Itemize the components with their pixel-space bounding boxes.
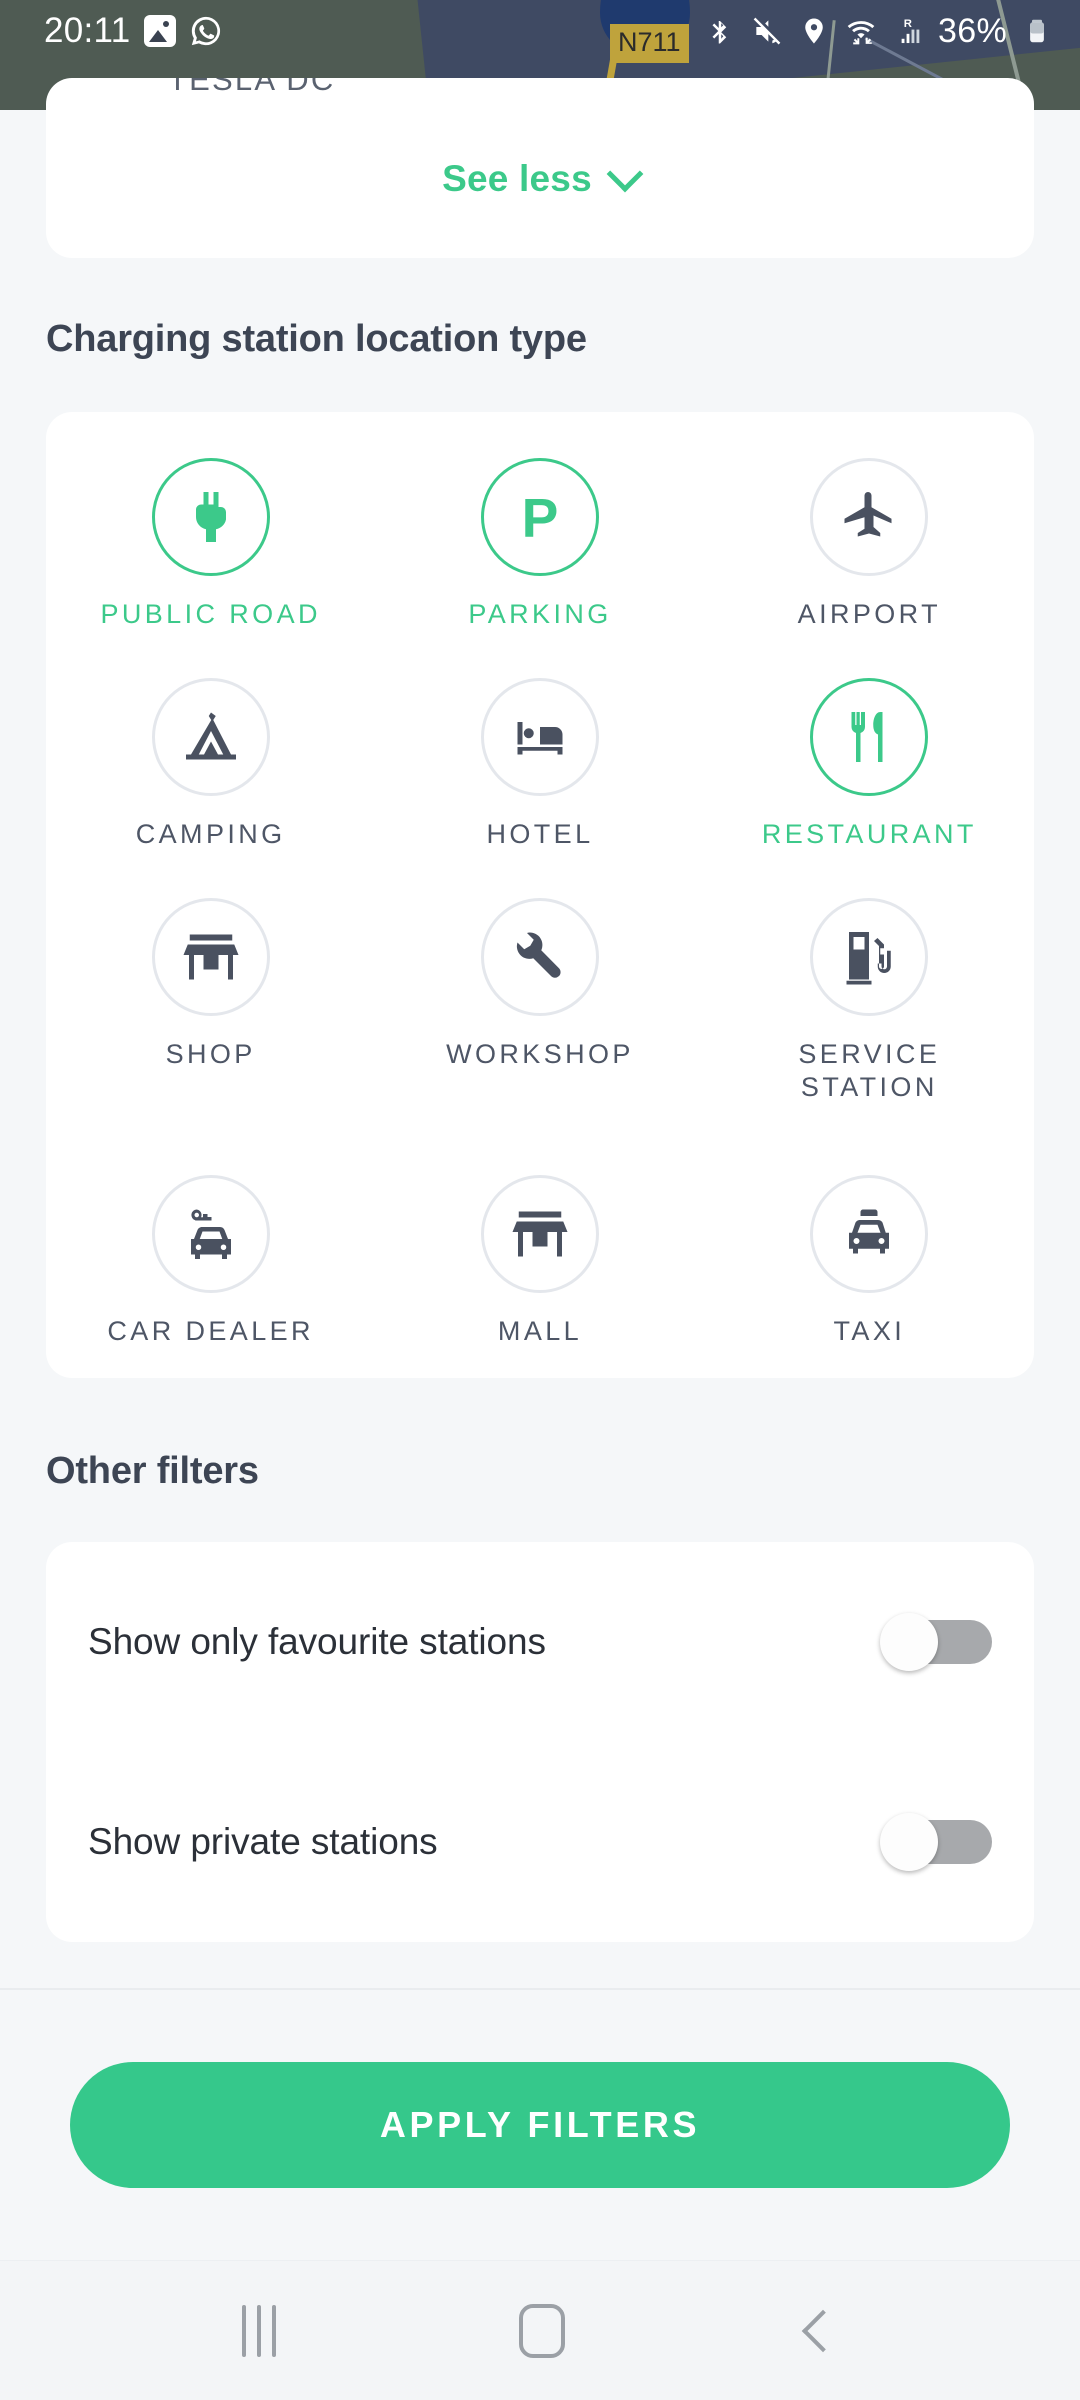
car-key-icon xyxy=(190,1209,231,1259)
option-label: HOTEL xyxy=(486,818,594,849)
location-type-option-camping[interactable]: CAMPING xyxy=(46,677,375,852)
svg-text:P: P xyxy=(522,487,559,547)
location-type-option-public-road[interactable]: PUBLIC ROAD xyxy=(46,458,375,632)
wrench-icon xyxy=(516,931,561,978)
option-circle xyxy=(810,897,929,1016)
fuel-pump-icon xyxy=(846,931,892,984)
home-icon[interactable] xyxy=(518,2303,565,2358)
location-type-option-car-dealer[interactable]: CAR DEALER xyxy=(46,1175,375,1349)
option-circle xyxy=(151,897,270,1016)
option-circle xyxy=(810,1175,929,1293)
option-circle xyxy=(480,897,599,1016)
option-circle: P xyxy=(480,458,599,576)
option-circle xyxy=(810,458,929,576)
toggle-thumb xyxy=(880,1613,938,1671)
filter-row-private-stations[interactable]: Show private stations xyxy=(46,1742,1034,1942)
filter-label: Show private stations xyxy=(88,1821,438,1862)
option-label: SHOP xyxy=(165,1038,256,1069)
option-circle xyxy=(480,1175,599,1293)
phone-screen: N711 20:11 R 36% TESLA DC See less Charg… xyxy=(0,0,1080,2400)
option-label: CAR DEALER xyxy=(107,1316,314,1346)
other-filters-card: Show only favourite stations Show privat… xyxy=(46,1542,1034,1942)
filter-label: Show only favourite stations xyxy=(88,1621,546,1662)
option-label: CAMPING xyxy=(135,818,286,849)
option-label: PUBLIC ROAD xyxy=(100,599,321,629)
bed-icon xyxy=(517,721,563,755)
system-navigation-bar xyxy=(0,2260,1080,2400)
location-type-option-workshop[interactable]: WORKSHOP xyxy=(375,897,704,1106)
plug-icon xyxy=(195,492,226,542)
option-label: RESTAURANT xyxy=(761,818,977,849)
taxi-icon xyxy=(849,1209,890,1254)
favourite-stations-toggle[interactable] xyxy=(880,1613,992,1671)
filters-scroll-content: TESLA DC See less Charging station locat… xyxy=(0,0,1080,2400)
location-type-option-airport[interactable]: AIRPORT xyxy=(705,458,1034,632)
airplane-icon xyxy=(844,492,892,537)
location-type-option-parking[interactable]: P PARKING xyxy=(375,458,704,632)
option-circle xyxy=(151,458,270,576)
location-type-option-mall[interactable]: MALL xyxy=(375,1175,704,1349)
footer-bar: APPLY FILTERS xyxy=(0,1990,1080,2260)
fork-knife-icon xyxy=(851,711,883,762)
location-type-grid: PUBLIC ROAD P PARKING AIRPORT CAMPING HO… xyxy=(46,458,1034,1349)
storefront-icon xyxy=(512,1211,568,1257)
storefront-icon xyxy=(183,934,239,979)
filter-row-favourite-stations[interactable]: Show only favourite stations xyxy=(46,1542,1034,1742)
see-less-label: See less xyxy=(442,158,592,199)
option-circle xyxy=(151,1175,270,1293)
other-filters-heading: Other filters xyxy=(46,1450,259,1492)
location-type-option-taxi[interactable]: TAXI xyxy=(705,1175,1034,1349)
option-label: PARKING xyxy=(468,599,612,629)
option-circle xyxy=(480,677,599,796)
location-type-card: PUBLIC ROAD P PARKING AIRPORT CAMPING HO… xyxy=(46,412,1034,1378)
location-type-option-service-station[interactable]: SERVICE STATION xyxy=(705,897,1034,1106)
apply-filters-button[interactable]: APPLY FILTERS xyxy=(70,2062,1010,2188)
tent-icon xyxy=(185,712,236,760)
option-label: AIRPORT xyxy=(797,599,941,629)
expanded-network-card: TESLA DC See less xyxy=(46,78,1034,258)
location-type-option-shop[interactable]: SHOP xyxy=(46,897,375,1106)
see-less-button[interactable]: See less xyxy=(442,155,644,200)
option-label: SERVICE STATION xyxy=(798,1038,941,1103)
option-label: MALL xyxy=(497,1316,583,1346)
recents-icon[interactable] xyxy=(241,2304,276,2357)
option-circle xyxy=(151,677,270,796)
back-icon[interactable] xyxy=(802,2309,845,2352)
option-label: WORKSHOP xyxy=(446,1038,634,1069)
toggle-thumb xyxy=(880,1813,938,1871)
network-name-clipped: TESLA DC xyxy=(168,78,336,97)
parking-p-icon: P xyxy=(522,487,559,547)
location-type-option-restaurant[interactable]: RESTAURANT xyxy=(705,677,1034,852)
location-type-option-hotel[interactable]: HOTEL xyxy=(375,677,704,852)
option-label: TAXI xyxy=(833,1316,906,1346)
chevron-down-icon xyxy=(606,155,644,193)
location-type-heading: Charging station location type xyxy=(46,318,587,360)
option-circle xyxy=(810,677,929,796)
private-stations-toggle[interactable] xyxy=(880,1813,992,1871)
